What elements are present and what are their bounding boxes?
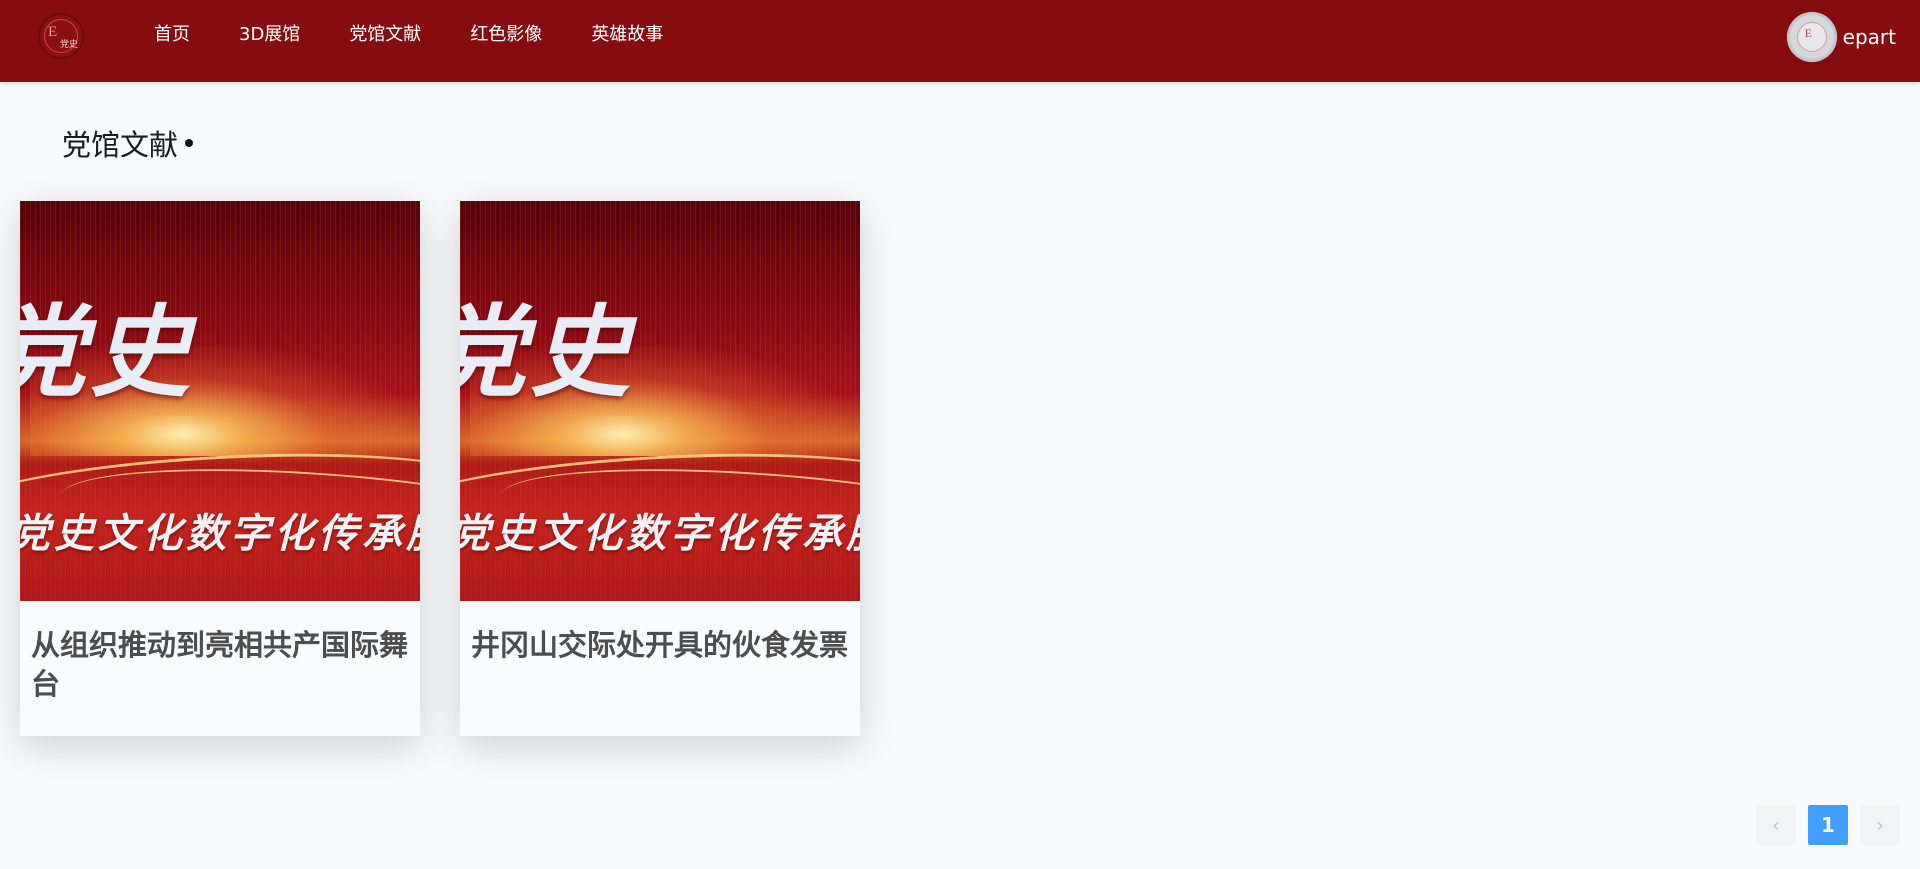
nav-item-3d-gallery[interactable]: 3D展馆 (239, 22, 300, 48)
avatar-letter: E (1804, 26, 1813, 40)
cover-calligraphy-title: 党史 (20, 293, 194, 411)
card-cover-image: 党史 党史文化数字化传承服 (20, 201, 420, 601)
pagination: ‹ 1 › (1756, 805, 1912, 845)
prev-page-button[interactable]: ‹ (1756, 805, 1796, 845)
username[interactable]: epart (1843, 25, 1896, 49)
nav-item-hero-stories[interactable]: 英雄故事 (591, 22, 663, 48)
page-title: 党馆文献 (62, 122, 194, 164)
top-navbar: E 党史 首页 3D展馆 党馆文献 红色影像 英雄故事 E epart (0, 0, 1920, 82)
nav-item-documents[interactable]: 党馆文献 (349, 22, 421, 48)
nav-item-red-images[interactable]: 红色影像 (470, 22, 542, 48)
nav-item-home[interactable]: 首页 (154, 22, 190, 48)
cover-calligraphy-subtitle: 党史文化数字化传承服 (20, 510, 420, 557)
next-page-button[interactable]: › (1860, 805, 1900, 845)
document-card[interactable]: 党史 党史文化数字化传承服 从组织推动到亮相共产国际舞台 (20, 201, 420, 736)
card-title[interactable]: 从组织推动到亮相共产国际舞台 (31, 626, 416, 704)
document-card[interactable]: 党史 党史文化数字化传承服 井冈山交际处开具的伙食发票 (460, 201, 860, 736)
site-logo[interactable]: E 党史 (38, 13, 84, 59)
page-number-button[interactable]: 1 (1808, 805, 1848, 845)
chevron-left-icon: ‹ (1772, 813, 1780, 837)
user-menu[interactable]: E epart (1786, 12, 1896, 62)
logo-text: 党史 (60, 40, 79, 50)
card-list: 党史 党史文化数字化传承服 从组织推动到亮相共产国际舞台 党史 党史文化数字化传… (0, 175, 1920, 775)
chevron-right-icon: › (1876, 813, 1884, 837)
page-title-text: 党馆文献 (62, 128, 179, 162)
card-cover-image: 党史 党史文化数字化传承服 (460, 201, 860, 601)
cover-calligraphy-title: 党史 (460, 293, 634, 411)
avatar[interactable]: E (1786, 12, 1837, 62)
cover-calligraphy-subtitle: 党史文化数字化传承服 (460, 510, 860, 557)
main-nav: 首页 3D展馆 党馆文献 红色影像 英雄故事 (154, 22, 712, 48)
logo-letter: E (48, 24, 58, 40)
title-dot-icon (185, 139, 194, 147)
card-title[interactable]: 井冈山交际处开具的伙食发票 (471, 626, 856, 665)
